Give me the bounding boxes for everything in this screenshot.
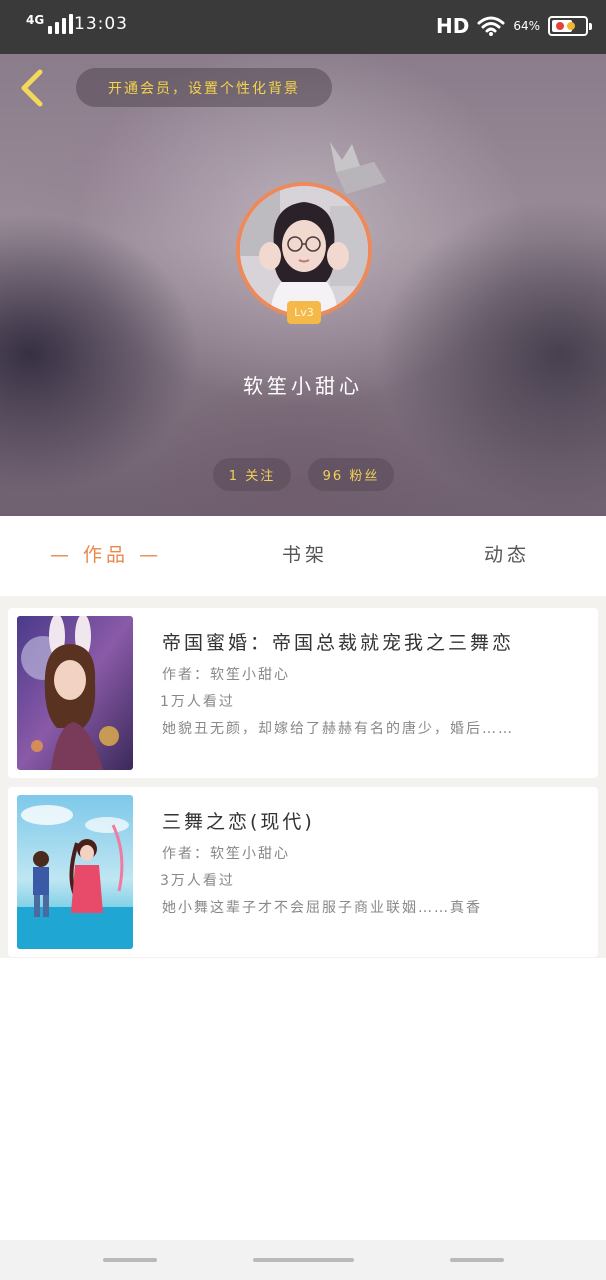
status-bar: 4G 13:03 HD 64% bbox=[0, 0, 606, 54]
nav-home-button[interactable] bbox=[253, 1258, 354, 1262]
book-title: 三舞之恋(现代) bbox=[162, 811, 315, 833]
book-cover bbox=[17, 795, 133, 949]
signal-indicator: 4G bbox=[26, 13, 74, 34]
book-title: 帝国蜜婚：帝国总裁就宠我之三舞恋 bbox=[162, 632, 515, 654]
fans-count-button[interactable]: 96 粉丝 bbox=[308, 458, 394, 491]
following-count-button[interactable]: 1 关注 bbox=[213, 458, 291, 491]
book-cover-image bbox=[17, 795, 133, 949]
signal-icon bbox=[48, 14, 74, 34]
book-author: 作者：软笙小甜心 bbox=[162, 846, 290, 862]
level-badge: Lv3 bbox=[287, 301, 321, 324]
nav-back-button[interactable] bbox=[450, 1258, 504, 1262]
avatar-photo bbox=[240, 186, 368, 314]
book-description: 她小舞这辈子才不会屈服子商业联姻……真香 bbox=[162, 900, 482, 916]
hd-indicator: HD bbox=[435, 14, 470, 38]
nav-menu-button[interactable] bbox=[103, 1258, 157, 1262]
tab-works[interactable]: — 作品 — bbox=[50, 540, 162, 567]
book-author: 作者：软笙小甜心 bbox=[162, 667, 290, 683]
book-views: 3万人看过 bbox=[160, 873, 235, 889]
system-nav-bar bbox=[0, 1240, 606, 1280]
list-item[interactable]: 三舞之恋(现代) 作者：软笙小甜心 3万人看过 她小舞这辈子才不会屈服子商业联姻… bbox=[8, 787, 598, 957]
network-type: 4G bbox=[26, 13, 45, 27]
list-item[interactable]: 帝国蜜婚：帝国总裁就宠我之三舞恋 作者：软笙小甜心 1万人看过 她貌丑无颜，却嫁… bbox=[8, 608, 598, 778]
battery-icon bbox=[548, 16, 592, 36]
battery-percent: 64% bbox=[513, 19, 540, 33]
book-cover-image bbox=[17, 616, 133, 770]
book-views: 1万人看过 bbox=[160, 694, 235, 710]
works-list: 帝国蜜婚：帝国总裁就宠我之三舞恋 作者：软笙小甜心 1万人看过 她貌丑无颜，却嫁… bbox=[0, 596, 606, 958]
book-cover bbox=[17, 616, 133, 770]
profile-header: 开通会员，设置个性化背景 Lv3 软笙小甜心 1 关注 96 粉丝 bbox=[0, 54, 606, 516]
book-description: 她貌丑无颜，却嫁给了赫赫有名的唐少，婚后…… bbox=[162, 721, 514, 737]
profile-tabs: — 作品 — 书架 动态 bbox=[0, 516, 606, 594]
user-nickname: 软笙小甜心 bbox=[243, 374, 363, 398]
tab-bookshelf[interactable]: 书架 bbox=[282, 540, 328, 567]
avatar[interactable] bbox=[236, 182, 372, 318]
tab-activity[interactable]: 动态 bbox=[484, 540, 530, 567]
wifi-icon bbox=[477, 16, 505, 36]
status-right: HD 64% bbox=[435, 14, 592, 38]
vip-background-button[interactable]: 开通会员，设置个性化背景 bbox=[76, 68, 332, 107]
clock: 13:03 bbox=[74, 14, 128, 34]
chevron-left-icon[interactable] bbox=[14, 66, 50, 110]
